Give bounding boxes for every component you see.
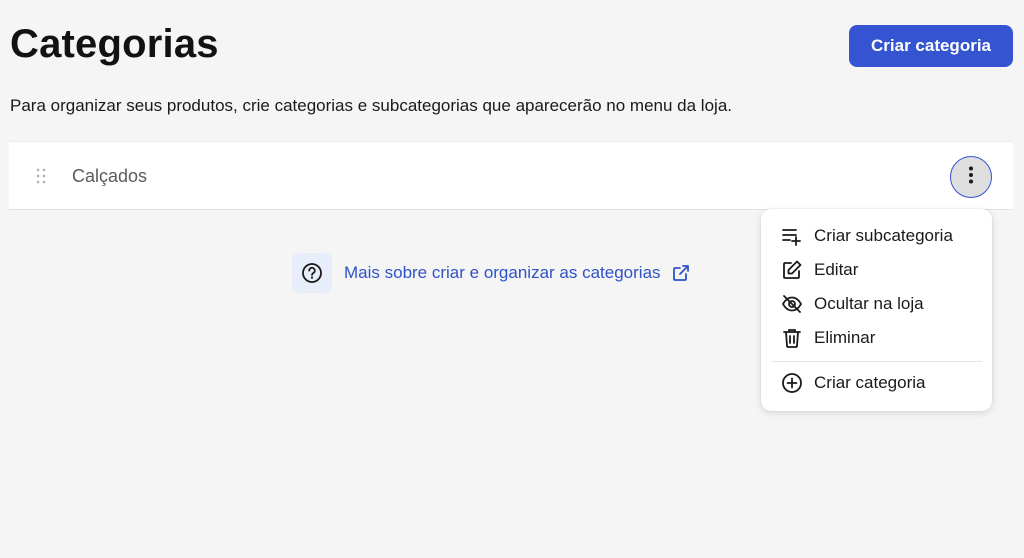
menu-item-create-subcategory[interactable]: Criar subcategoria — [761, 219, 992, 253]
category-actions-button[interactable] — [950, 156, 992, 198]
category-actions-menu: Criar subcategoria Editar Ocultar na loj… — [761, 209, 992, 411]
category-list: Calçados — [9, 141, 1013, 210]
question-circle-icon — [292, 253, 332, 293]
menu-divider — [771, 361, 982, 362]
categories-page: Categorias Criar categoria Para organiza… — [0, 0, 1024, 558]
external-link-icon — [671, 263, 691, 283]
page-description: Para organizar seus produtos, crie categ… — [10, 96, 732, 115]
create-category-button[interactable]: Criar categoria — [849, 25, 1013, 67]
list-add-icon — [781, 225, 803, 247]
menu-item-edit[interactable]: Editar — [761, 253, 992, 287]
menu-item-delete[interactable]: Eliminar — [761, 321, 992, 355]
kebab-menu-icon — [968, 166, 974, 189]
eye-off-icon — [781, 293, 803, 315]
plus-circle-icon — [781, 372, 803, 394]
help-link-text[interactable]: Mais sobre criar e organizar as categori… — [344, 263, 661, 283]
menu-item-create-category[interactable]: Criar categoria — [761, 366, 992, 400]
page-title: Categorias — [10, 22, 219, 66]
drag-handle-icon[interactable] — [36, 168, 46, 184]
trash-icon — [781, 327, 803, 349]
help-link[interactable]: Mais sobre criar e organizar as categori… — [292, 252, 691, 294]
category-name: Calçados — [72, 166, 148, 186]
edit-icon — [781, 259, 803, 281]
menu-item-hide-in-store[interactable]: Ocultar na loja — [761, 287, 992, 321]
